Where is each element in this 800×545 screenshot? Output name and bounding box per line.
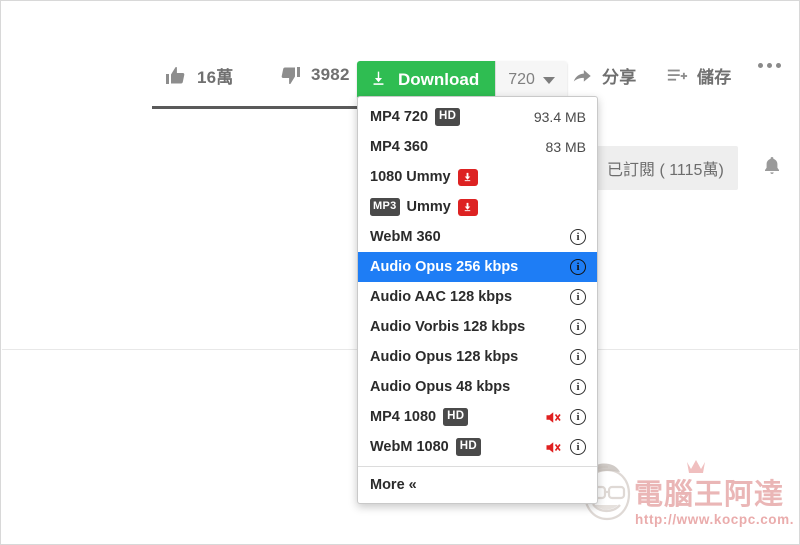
menu-item-format[interactable]: Audio Opus 48 kbps i [358, 372, 597, 402]
save-label: 儲存 [697, 68, 732, 87]
bell-icon [760, 154, 784, 183]
dislike-count: 3982 [311, 65, 350, 84]
info-icon[interactable]: i [570, 319, 586, 335]
download-button[interactable]: Download [357, 61, 496, 99]
menu-item-format[interactable]: MP3 Ummy [358, 192, 597, 222]
muted-audio-icon [545, 410, 563, 425]
menu-item-format[interactable]: MP4 720 HD 93.4 MB [358, 102, 597, 132]
menu-item-label: WebM 360 [370, 229, 441, 245]
format-badge: MP3 [370, 198, 400, 216]
thumbs-down-icon [278, 63, 302, 87]
ellipsis-icon [758, 63, 781, 68]
download-format-menu: MP4 720 HD 93.4 MB MP4 360 83 MB 1080 Ummy MP3… [357, 96, 598, 504]
watermark-title-text: 電腦王阿達 [634, 477, 784, 511]
quality-selector[interactable]: 720 [495, 61, 567, 99]
menu-item-format[interactable]: Audio Opus 256 kbps i [358, 252, 597, 282]
menu-item-format[interactable]: MP4 360 83 MB [358, 132, 597, 162]
share-button[interactable]: 分享 [571, 63, 636, 88]
share-label: 分享 [602, 68, 637, 87]
muted-audio-icon [545, 440, 563, 455]
menu-item-label: MP4 1080 [370, 409, 437, 425]
hd-badge: HD [443, 407, 469, 427]
subscribe-button[interactable]: 已訂閱 ( 1115萬) [593, 146, 738, 190]
more-actions-button[interactable] [758, 63, 781, 68]
info-icon[interactable]: i [570, 349, 586, 365]
menu-item-label: MP4 720 [370, 109, 429, 125]
save-button[interactable]: 儲存 [666, 63, 731, 88]
download-label: Download [398, 70, 480, 89]
quality-value: 720 [508, 71, 535, 88]
subscribe-row: 已訂閱 ( 1115萬) [593, 146, 784, 190]
menu-item-label: Audio Opus 48 kbps [370, 379, 511, 395]
hd-badge: HD [435, 107, 461, 127]
menu-divider [358, 466, 597, 467]
thumbs-up-icon [164, 64, 188, 88]
playlist-add-icon [666, 65, 688, 87]
page-root: 16萬 3982 分享 儲存 Download 720 已訂閱 (1115萬)… [0, 0, 800, 545]
info-icon[interactable]: i [570, 409, 586, 425]
dislike-button[interactable]: 3982 [278, 63, 350, 87]
file-size: 93.4 MB [533, 109, 586, 125]
menu-item-format[interactable]: WebM 360 i [358, 222, 597, 252]
menu-item-format[interactable]: Audio AAC 128 kbps i [358, 282, 597, 312]
share-arrow-icon [571, 65, 593, 87]
ummy-download-icon[interactable] [457, 198, 478, 216]
info-icon[interactable]: i [570, 439, 586, 455]
menu-item-format[interactable]: WebM 1080 HD i [358, 432, 597, 462]
rating-bar-liked [152, 106, 357, 109]
info-icon[interactable]: i [570, 259, 586, 275]
menu-item-label: 1080 Ummy [370, 169, 451, 185]
menu-item-label: Ummy [406, 199, 451, 215]
info-icon[interactable]: i [570, 289, 586, 305]
menu-item-label: Audio AAC 128 kbps [370, 289, 513, 305]
menu-item-format[interactable]: Audio Vorbis 128 kbps i [358, 312, 597, 342]
menu-item-label: Audio Opus 128 kbps [370, 349, 519, 365]
info-icon[interactable]: i [570, 229, 586, 245]
menu-item-more[interactable]: More « [358, 471, 597, 499]
menu-item-label: Audio Opus 256 kbps [370, 259, 519, 275]
menu-item-format[interactable]: 1080 Ummy [358, 162, 597, 192]
menu-item-label: MP4 360 [370, 139, 429, 155]
menu-item-label: WebM 1080 [370, 439, 449, 455]
hd-badge: HD [455, 437, 481, 457]
ummy-download-icon[interactable] [457, 168, 478, 186]
menu-item-format[interactable]: Audio Opus 128 kbps i [358, 342, 597, 372]
like-count: 16萬 [197, 68, 234, 87]
download-button-group[interactable]: Download 720 [357, 61, 567, 99]
notification-bell-button[interactable] [760, 154, 784, 183]
chevron-down-icon [542, 76, 555, 84]
watermark-url-text: http://www.kocpc.com.tw [635, 512, 793, 527]
file-size: 83 MB [545, 139, 586, 155]
download-arrow-icon [370, 69, 387, 92]
menu-item-format[interactable]: MP4 1080 HD i [358, 402, 597, 432]
site-watermark: 電腦王阿達 http://www.kocpc.com.tw [579, 454, 799, 540]
like-button[interactable]: 16萬 [164, 63, 234, 88]
menu-item-label: Audio Vorbis 128 kbps [370, 319, 526, 335]
info-icon[interactable]: i [570, 379, 586, 395]
